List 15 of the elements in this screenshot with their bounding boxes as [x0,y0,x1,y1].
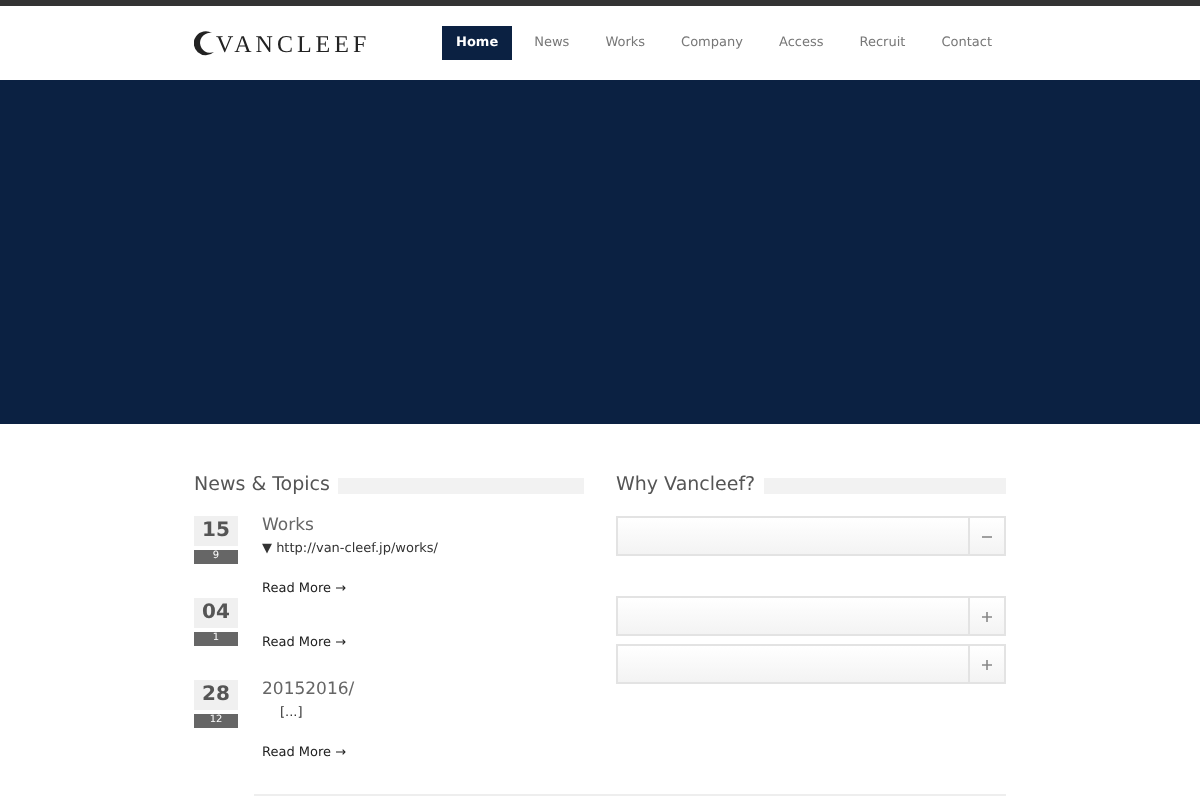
news-title[interactable]: 20152016/ [262,680,355,703]
date-day: 04 [194,598,238,629]
logo-text: VANCLEEF [216,27,371,61]
date-day: 15 [194,516,238,547]
accordion-panel[interactable] [616,516,1006,557]
news-title[interactable]: Works [262,516,438,539]
section-title: Why Vancleef? [616,472,756,500]
crescent-logo-icon [194,30,216,56]
section-title: News & Topics [194,472,330,500]
minus-icon[interactable] [982,531,992,542]
plus-icon[interactable] [982,611,992,622]
plus-icon[interactable] [982,659,992,670]
accordion-panel[interactable] [616,596,1006,637]
date-day: 28 [194,680,238,711]
accordion-panel[interactable] [616,644,1006,685]
